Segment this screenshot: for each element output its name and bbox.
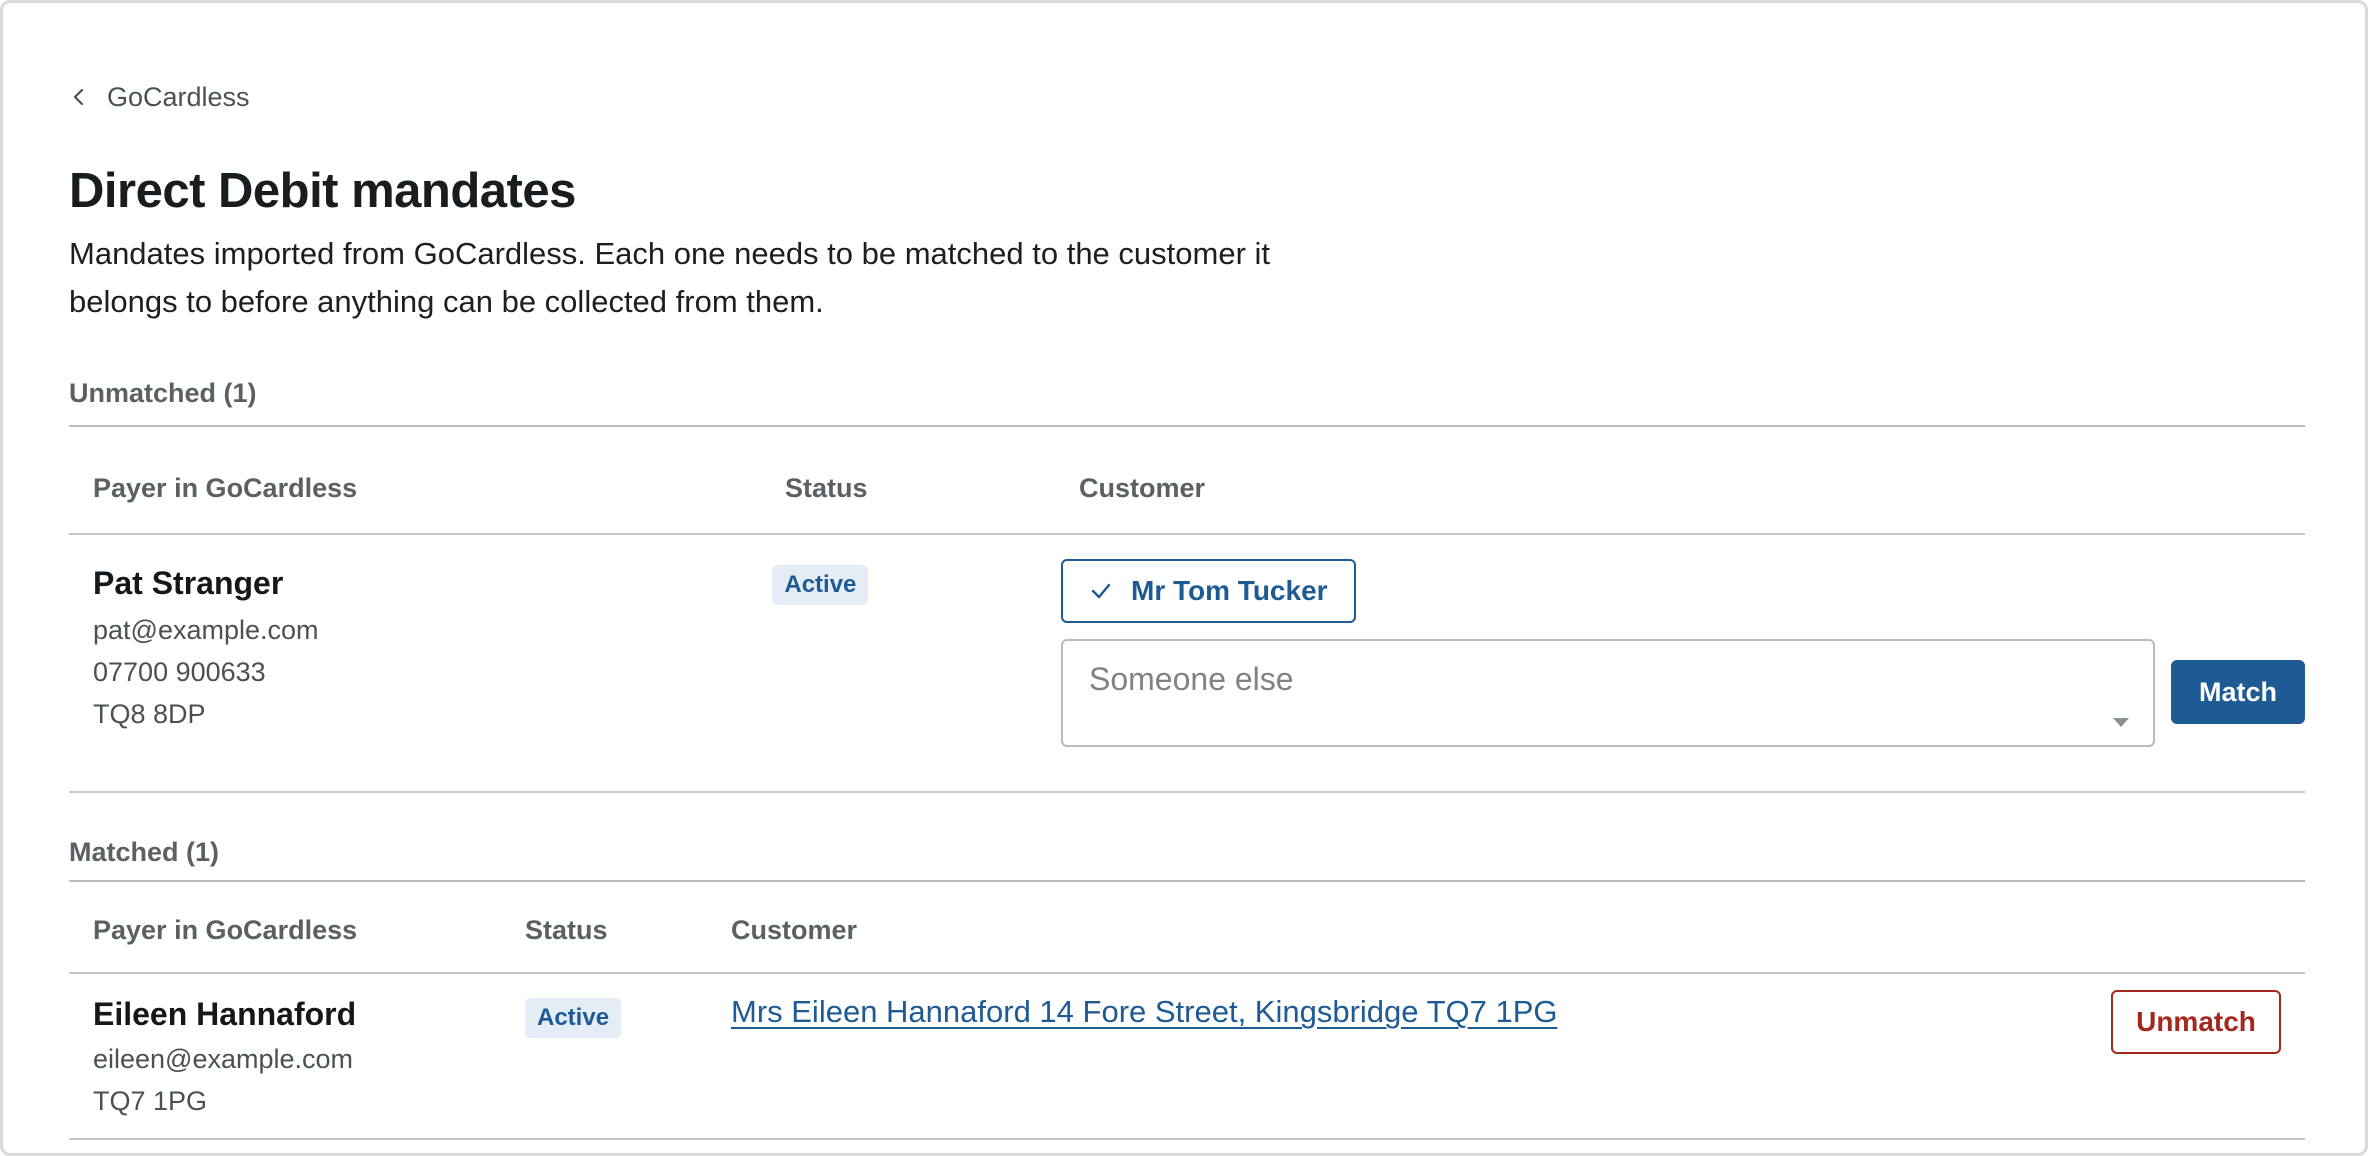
divider	[69, 425, 2305, 427]
suggested-customer-label: Mr Tom Tucker	[1131, 575, 1328, 606]
suggested-customer-button[interactable]: Mr Tom Tucker	[1061, 559, 1356, 623]
column-header-customer: Customer	[731, 914, 858, 945]
payer-cell: Eileen Hannaford eileen@example.com TQ7 …	[69, 974, 525, 1138]
unmatched-table: Payer in GoCardless Status Customer	[69, 473, 2305, 533]
match-button[interactable]: Match	[2171, 660, 2305, 724]
column-header-status: Status	[525, 914, 608, 945]
window-frame: GoCardless Direct Debit mandates Mandate…	[0, 0, 2368, 1156]
chevron-down-icon	[2113, 718, 2129, 727]
unmatched-rows: Pat Stranger pat@example.com 07700 90063…	[69, 535, 2305, 771]
customer-cell: Mr Tom Tucker Someone else Match	[1061, 535, 2305, 771]
page-intro: Mandates imported from GoCardless. Each …	[69, 236, 1271, 319]
column-header-payer: Payer in GoCardless	[93, 914, 358, 945]
checkmark-icon	[1091, 575, 1111, 607]
chevron-left-icon	[69, 87, 89, 107]
matched-table: Payer in GoCardless Status Customer	[69, 882, 2305, 972]
matched-rows: Eileen Hannaford eileen@example.com TQ7 …	[69, 974, 2305, 1138]
action-cell: Unmatch	[2085, 974, 2305, 1138]
status-badge: Active	[525, 998, 622, 1038]
column-header-status: Status	[785, 473, 868, 503]
page-title: Direct Debit mandates	[69, 164, 576, 218]
divider	[69, 791, 2305, 793]
breadcrumb-label: GoCardless	[107, 81, 250, 112]
payer-name: Pat Stranger	[93, 565, 284, 601]
main-content: GoCardless Direct Debit mandates Mandate…	[69, 77, 2305, 1140]
table-header-row: Payer in GoCardless Status Customer	[69, 473, 2305, 533]
column-header-payer: Payer in GoCardless	[93, 473, 358, 503]
customer-select-row: Someone else Match	[1061, 639, 2305, 747]
table-row: Pat Stranger pat@example.com 07700 90063…	[69, 535, 2305, 771]
payer-postcode: TQ8 8DP	[93, 699, 206, 729]
unmatched-heading: Unmatched (1)	[69, 378, 257, 408]
status-cell: Active	[772, 535, 1061, 771]
payer-email: eileen@example.com	[93, 1044, 354, 1074]
payer-name: Eileen Hannaford	[93, 996, 357, 1032]
status-cell: Active	[525, 974, 731, 1138]
unmatch-button[interactable]: Unmatch	[2111, 990, 2281, 1054]
matched-customer-link[interactable]: Mrs Eileen Hannaford 14 Fore Street, Kin…	[731, 994, 1558, 1029]
breadcrumb-back-link[interactable]: GoCardless	[69, 77, 2305, 117]
customer-select-placeholder: Someone else	[1089, 661, 1294, 697]
customer-select[interactable]: Someone else	[1061, 639, 2155, 747]
payer-email: pat@example.com	[93, 615, 319, 645]
payer-cell: Pat Stranger pat@example.com 07700 90063…	[69, 535, 772, 771]
divider	[69, 1138, 2305, 1140]
table-header-row: Payer in GoCardless Status Customer	[69, 882, 2305, 972]
status-badge: Active	[772, 565, 869, 605]
payer-postcode: TQ7 1PG	[93, 1086, 208, 1116]
customer-cell: Mrs Eileen Hannaford 14 Fore Street, Kin…	[731, 974, 2085, 1138]
payer-phone: 07700 900633	[93, 657, 266, 687]
column-header-customer: Customer	[1079, 473, 1206, 503]
table-row: Eileen Hannaford eileen@example.com TQ7 …	[69, 974, 2305, 1138]
matched-heading: Matched (1)	[69, 837, 220, 867]
